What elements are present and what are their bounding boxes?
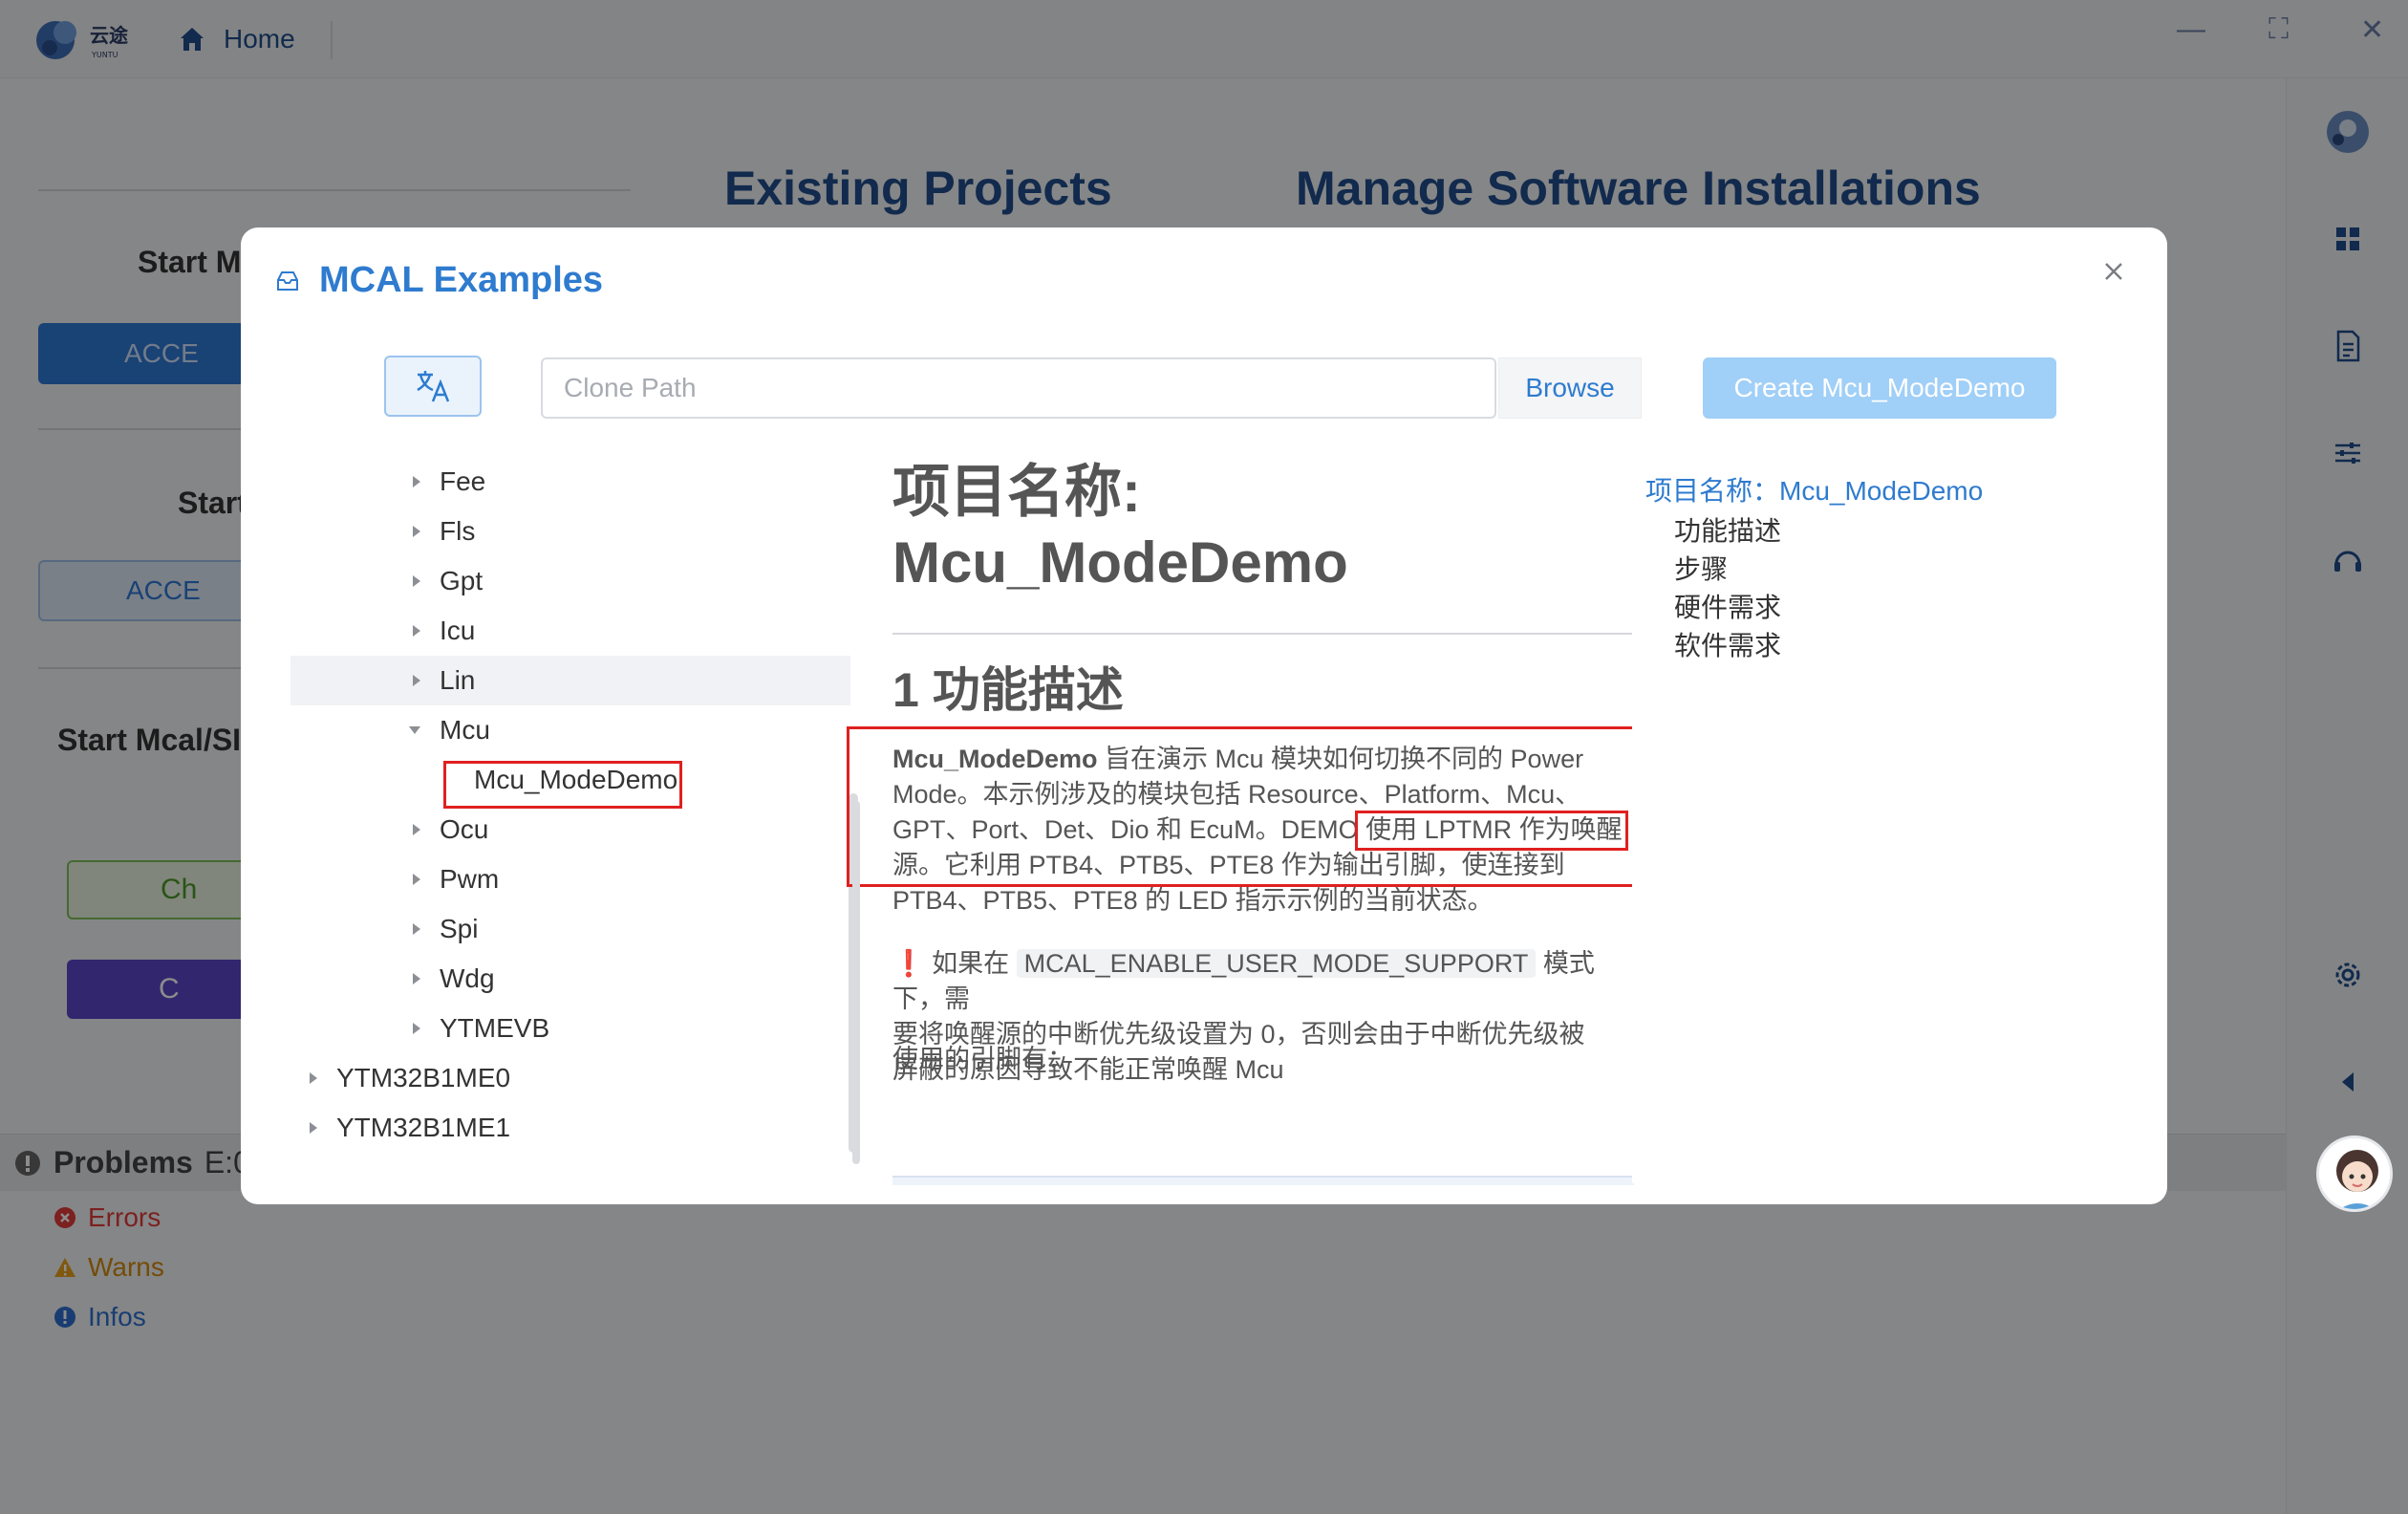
caret-right-icon[interactable] [413, 625, 420, 637]
tree-item-ytm32b1me1[interactable]: YTM32B1ME1 [290, 1103, 850, 1153]
caret-right-icon[interactable] [413, 476, 420, 487]
inbox-icon [277, 270, 298, 291]
tree-item-label: YTMEVB [440, 1013, 550, 1043]
inline-code: MCAL_ENABLE_USER_MODE_SUPPORT [1016, 949, 1537, 978]
translate-icon [417, 371, 450, 402]
tree-item-spi[interactable]: Spi [290, 904, 850, 954]
exclamation-icon: ❗ [892, 949, 925, 978]
toc-link-project[interactable]: 项目名称：Mcu_ModeDemo [1645, 470, 1983, 508]
lptmr-highlight [1355, 811, 1628, 851]
caret-right-icon[interactable] [413, 575, 420, 587]
tree-item-label: Wdg [440, 963, 495, 993]
tree-item-pwm[interactable]: Pwm [290, 854, 850, 904]
caret-right-icon[interactable] [413, 675, 420, 686]
section-heading: 1 功能描述 [892, 663, 1124, 717]
toc-link[interactable]: 功能描述 [1674, 510, 1781, 549]
selected-item-highlight [443, 761, 682, 809]
browse-button[interactable]: Browse [1498, 357, 1642, 419]
toc-link[interactable]: 软件需求 [1674, 625, 1781, 663]
tree-item-label: Gpt [440, 566, 484, 595]
tree-item-fee[interactable]: Fee [290, 457, 850, 507]
tree-item-label: Ocu [440, 814, 489, 844]
table-of-contents: 项目名称：Mcu_ModeDemo 功能描述 步骤 硬件需求 软件需求 [1632, 457, 2148, 1183]
caret-right-icon[interactable] [413, 874, 420, 885]
tree-item-ocu[interactable]: Ocu [290, 805, 850, 854]
caret-right-icon[interactable] [310, 1122, 317, 1134]
caret-right-icon[interactable] [413, 973, 420, 984]
caret-right-icon[interactable] [413, 923, 420, 935]
translate-button[interactable] [384, 356, 482, 417]
tree-item-label: Spi [440, 914, 479, 943]
tree-item-label: Lin [440, 665, 476, 695]
assistant-avatar[interactable] [2316, 1136, 2393, 1212]
caret-down-icon[interactable] [409, 726, 420, 734]
tree-item-gpt[interactable]: Gpt [290, 556, 850, 606]
tree-item-ytmevb[interactable]: YTMEVB [290, 1004, 850, 1053]
tree-item-lin[interactable]: Lin [290, 656, 850, 705]
tree-item-icu[interactable]: Icu [290, 606, 850, 656]
tree-item-label: YTM32B1ME1 [336, 1113, 511, 1142]
caret-right-icon[interactable] [310, 1072, 317, 1084]
pins-table-header [892, 1176, 1634, 1185]
tree-item-mcu[interactable]: Mcu [290, 705, 850, 755]
toc-link[interactable]: 步骤 [1674, 549, 1728, 587]
close-icon[interactable] [2095, 252, 2133, 291]
project-name-heading: 项目名称: Mcu_ModeDemo [892, 460, 1348, 595]
doc-scrollbar[interactable] [852, 801, 860, 1164]
pins-paragraph: 使用的引脚有： [892, 1045, 1073, 1073]
tree-item-label: Pwm [440, 864, 500, 894]
dialog-title: MCAL Examples [319, 260, 604, 300]
examples-tree: Fee Fls Gpt Icu Lin Mcu Mcu_ModeDemo Ocu [290, 457, 850, 1166]
mcal-examples-dialog: MCAL Examples Browse Create Mcu_ModeDemo… [241, 227, 2167, 1204]
caret-right-icon[interactable] [413, 824, 420, 835]
clone-path-input[interactable] [541, 357, 1496, 419]
create-project-button[interactable]: Create Mcu_ModeDemo [1703, 357, 2056, 419]
tree-item-label: Mcu [440, 715, 490, 745]
tree-item-fls[interactable]: Fls [290, 507, 850, 556]
description-highlight [847, 726, 1657, 887]
tree-item-ytm32b1me0[interactable]: YTM32B1ME0 [290, 1053, 850, 1103]
caret-right-icon[interactable] [413, 1023, 420, 1034]
heading-divider [892, 633, 1634, 635]
tree-item-label: YTM32B1ME0 [336, 1063, 511, 1092]
dialog-header: MCAL Examples [275, 260, 603, 301]
tree-item-label: Icu [440, 616, 476, 645]
tree-item-label: Fls [440, 516, 476, 546]
caret-right-icon[interactable] [413, 526, 420, 537]
tree-item-wdg[interactable]: Wdg [290, 954, 850, 1004]
toc-link[interactable]: 硬件需求 [1674, 587, 1781, 625]
tree-item-label: Fee [440, 466, 486, 496]
